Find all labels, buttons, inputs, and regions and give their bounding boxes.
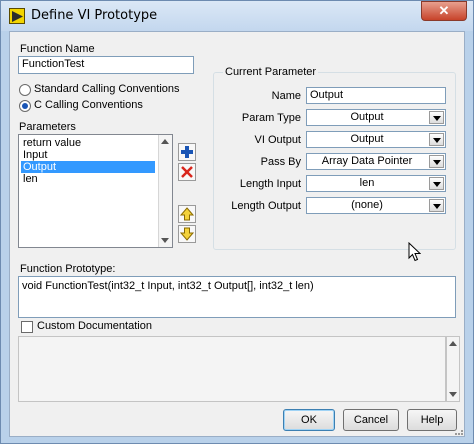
labview-app-icon: [9, 8, 25, 24]
c-calling-radio[interactable]: [19, 100, 31, 112]
current-parameter-title: Current Parameter: [223, 66, 319, 78]
mouse-cursor-icon: [408, 242, 421, 262]
chevron-down-icon[interactable]: [429, 155, 444, 168]
resize-grip-icon[interactable]: [454, 428, 464, 436]
cancel-button[interactable]: Cancel: [343, 409, 399, 431]
window-title: Define VI Prototype: [31, 8, 158, 23]
scroll-up-icon[interactable]: [449, 341, 457, 346]
function-name-input[interactable]: FunctionTest: [18, 56, 194, 74]
name-label: Name: [271, 90, 301, 102]
length-output-select[interactable]: (none): [306, 197, 446, 214]
list-item[interactable]: return value: [21, 137, 157, 149]
dialog-window: Define VI Prototype ✕ Function Name Func…: [0, 0, 474, 444]
list-item-selected[interactable]: Output: [21, 161, 155, 173]
dialog-client-area: Function Name FunctionTest Standard Call…: [9, 31, 465, 437]
add-parameter-button[interactable]: [178, 143, 196, 161]
custom-documentation-textarea[interactable]: [18, 336, 446, 402]
plus-icon: [181, 146, 193, 158]
custom-documentation-label: Custom Documentation: [37, 320, 152, 332]
param-type-value: Output: [350, 111, 384, 123]
function-prototype-text: void FunctionTest(int32_t Input, int32_t…: [18, 276, 456, 318]
pass-by-label: Pass By: [260, 156, 301, 168]
function-name-label: Function Name: [20, 43, 95, 55]
pass-by-value: Array Data Pointer: [321, 155, 413, 167]
delete-parameter-button[interactable]: [178, 163, 196, 181]
function-prototype-label: Function Prototype:: [20, 263, 116, 275]
chevron-down-icon[interactable]: [429, 177, 444, 190]
ok-button[interactable]: OK: [283, 409, 335, 431]
move-up-button[interactable]: [178, 205, 196, 223]
vi-output-label: VI Output: [254, 134, 301, 146]
standard-calling-label: Standard Calling Conventions: [34, 83, 180, 95]
param-type-select[interactable]: Output: [306, 109, 446, 126]
custom-documentation-checkbox[interactable]: [21, 321, 33, 333]
move-down-button[interactable]: [178, 225, 196, 243]
c-calling-label: C Calling Conventions: [34, 99, 143, 111]
length-output-value: (none): [351, 199, 383, 211]
arrow-down-icon: [179, 227, 195, 241]
standard-calling-radio[interactable]: [19, 84, 31, 96]
title-bar[interactable]: Define VI Prototype ✕: [1, 1, 473, 31]
scroll-up-icon[interactable]: [161, 139, 169, 144]
close-button[interactable]: ✕: [421, 1, 467, 21]
parameters-label: Parameters: [19, 121, 76, 133]
arrow-up-icon: [179, 207, 195, 221]
chevron-down-icon[interactable]: [429, 133, 444, 146]
parameters-scrollbar[interactable]: [158, 135, 172, 247]
documentation-scrollbar[interactable]: [446, 336, 460, 402]
chevron-down-icon[interactable]: [429, 199, 444, 212]
scroll-down-icon[interactable]: [161, 238, 169, 243]
parameters-listbox[interactable]: return value Input Output len: [18, 134, 173, 248]
help-button[interactable]: Help: [407, 409, 457, 431]
vi-output-select[interactable]: Output: [306, 131, 446, 148]
length-input-value: len: [359, 177, 375, 189]
length-input-select[interactable]: len: [306, 175, 446, 192]
scroll-down-icon[interactable]: [449, 392, 457, 397]
parameter-name-input[interactable]: Output: [306, 87, 446, 104]
length-output-label: Length Output: [231, 200, 301, 212]
list-item[interactable]: Input: [21, 149, 157, 161]
chevron-down-icon[interactable]: [429, 111, 444, 124]
length-input-label: Length Input: [239, 178, 301, 190]
pass-by-select[interactable]: Array Data Pointer: [306, 153, 446, 170]
param-type-label: Param Type: [241, 112, 301, 124]
delete-x-icon: [181, 166, 193, 178]
list-item[interactable]: len: [21, 173, 157, 185]
vi-output-value: Output: [350, 133, 384, 145]
